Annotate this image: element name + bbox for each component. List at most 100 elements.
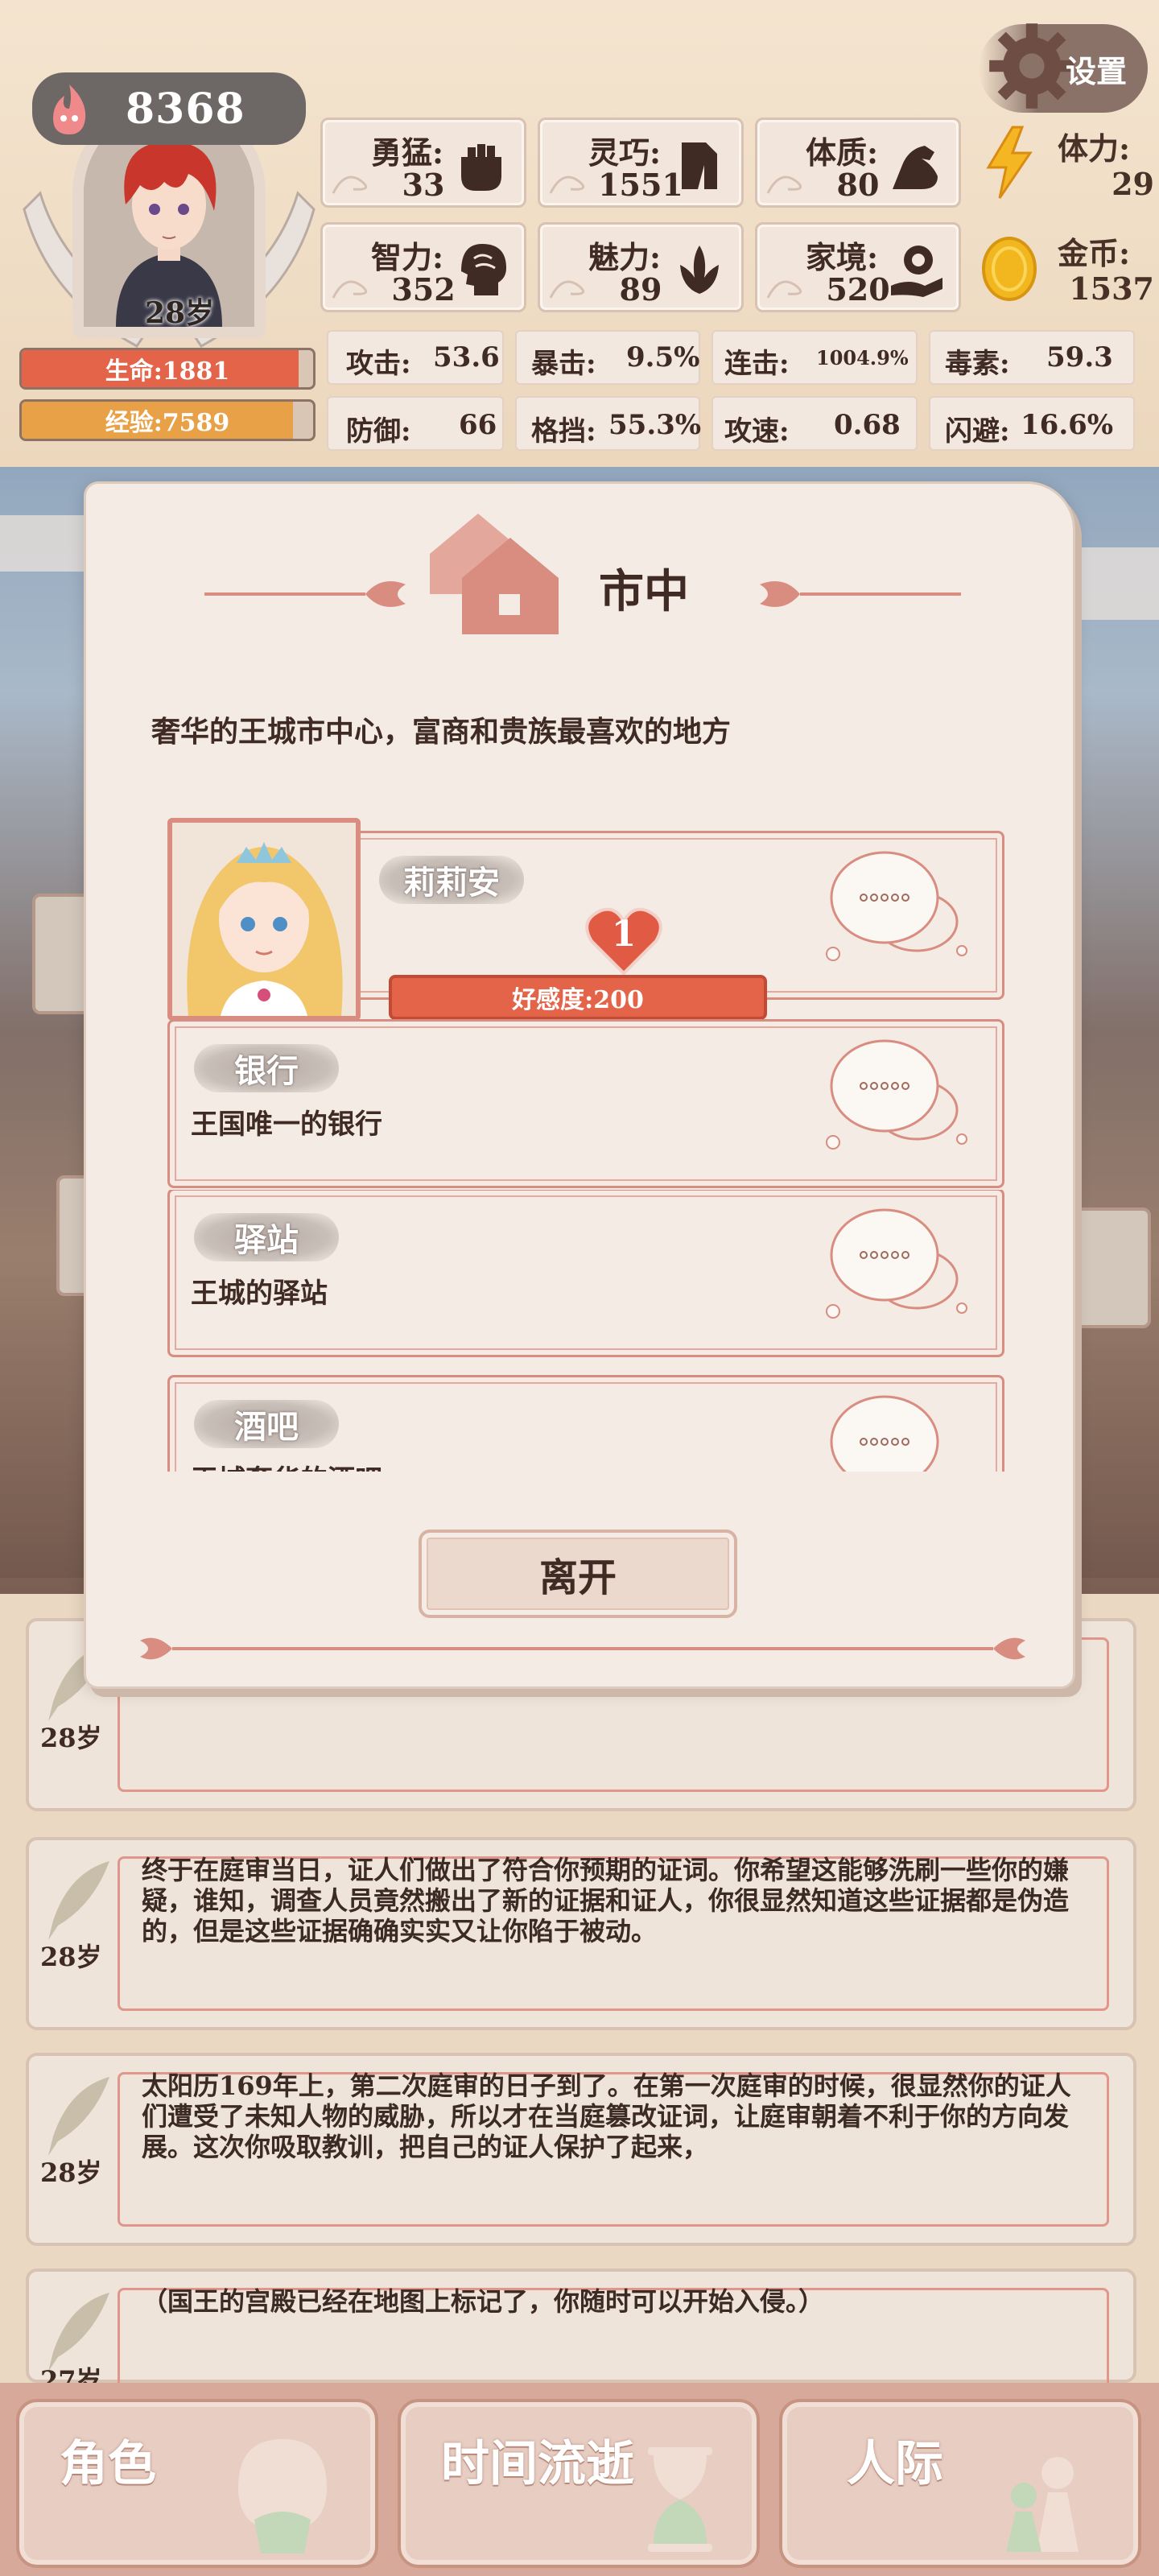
- npc-name: 莉莉安: [379, 856, 524, 904]
- attribute-card-bravery[interactable]: 勇猛: 33: [320, 118, 526, 208]
- stat-defense-label: 防御:: [346, 415, 411, 448]
- fist-icon: [461, 144, 501, 191]
- nav-label: 人际: [847, 2436, 943, 2492]
- stat-defense-value: 66: [459, 409, 497, 441]
- flourish-icon: [766, 280, 802, 299]
- attribute-card-family[interactable]: 家境: 520: [755, 222, 961, 312]
- chat-bubble-icon[interactable]: [820, 1199, 981, 1344]
- place-desc: 王国唯一的银行: [191, 1108, 382, 1141]
- heart-badge-number: 1: [611, 914, 637, 955]
- nav-time-button[interactable]: 时间流逝: [398, 2399, 760, 2568]
- stat-dodge-value: 16.6%: [1021, 409, 1114, 441]
- stamina-resource: 体力: 29: [977, 118, 1154, 208]
- place-item-post-station[interactable]: 驿站 王城的驿站: [167, 1190, 1004, 1357]
- attribute-card-agility[interactable]: 灵巧: 1551: [538, 118, 744, 208]
- brain-head-icon: [461, 244, 506, 295]
- people-pawns-icon: [1006, 2457, 1079, 2552]
- gold-value: 1537: [1069, 270, 1154, 307]
- ornament-right-icon: [760, 581, 961, 607]
- place-item-bank[interactable]: 银行 王国唯一的银行: [167, 1019, 1004, 1188]
- attribute-label: 家境:: [806, 239, 879, 275]
- chat-bubble-icon[interactable]: [820, 1385, 981, 1472]
- dialog-title: 市中: [599, 565, 689, 618]
- stat-poison-value: 59.3: [1046, 341, 1113, 374]
- dialog-description: 奢华的王城市中心，富商和贵族最喜欢的地方: [151, 715, 732, 749]
- nav-label: 角色: [60, 2436, 156, 2492]
- house-icon: [430, 514, 559, 634]
- quill-icon: [48, 2077, 109, 2156]
- soul-points-value: 8368: [126, 84, 245, 134]
- stat-combo-value: 1004.9%: [816, 346, 909, 369]
- stat-combo-label: 连击:: [724, 348, 790, 380]
- log-entry: 28岁 太阳历169年上，第二次庭审的日子到了。在第一次庭审的时候，很显然你的证…: [26, 2053, 1136, 2246]
- character-bust-icon: [238, 2439, 327, 2553]
- stat-poison-label: 毒素:: [945, 348, 1010, 380]
- nav-label: 时间流逝: [441, 2436, 634, 2492]
- log-age: 28岁: [40, 1723, 102, 1753]
- place-name: 酒吧: [194, 1400, 339, 1448]
- place-item-bar[interactable]: 酒吧 王城奢华的酒吧: [167, 1375, 1004, 1472]
- place-desc: 王城奢华的酒吧: [191, 1458, 382, 1472]
- heart-badge: 1: [584, 904, 664, 976]
- stat-speed-label: 攻速:: [724, 415, 790, 448]
- gold-resource: 金币: 1537: [977, 222, 1154, 312]
- flourish-icon: [766, 175, 802, 194]
- flourish-icon: [549, 175, 585, 194]
- log-text: 终于在庭审当日，证人们做出了符合你预期的证词。你希望这能够洗刷一些你的嫌疑，谁知…: [142, 1855, 1070, 1946]
- blonde-princess-portrait: [172, 823, 356, 1016]
- place-desc: 王城的驿站: [191, 1278, 328, 1310]
- log-entry: 27岁 （国王的宫殿已经在地图上标记了，你随时可以开始入侵。）: [26, 2268, 1136, 2396]
- log-text: （国王的宫殿已经在地图上标记了，你随时可以开始入侵。）: [142, 2286, 825, 2317]
- attribute-card-intelligence[interactable]: 智力: 352: [320, 222, 526, 312]
- stat-attack-value: 53.6: [433, 341, 500, 374]
- hourglass-icon: [648, 2447, 712, 2552]
- log-age: 28岁: [40, 2157, 102, 2188]
- lightning-icon: [986, 126, 1033, 199]
- location-dialog: 市中 奢华的王城市中心，富商和贵族最喜欢的地方 莉莉安 1 好感度:200 银行…: [84, 481, 1075, 1689]
- leave-button[interactable]: 离开: [419, 1530, 737, 1618]
- attribute-label: 智力:: [371, 239, 444, 275]
- bottom-navigation: 角色 时间流逝 人际: [0, 2383, 1159, 2576]
- settings-button[interactable]: 设置: [979, 23, 1148, 113]
- nav-character-button[interactable]: 角色: [16, 2399, 378, 2568]
- stat-attack-label: 攻击:: [346, 348, 411, 380]
- muscle-arm-icon: [893, 146, 938, 189]
- gold-coin-icon: [982, 237, 1037, 301]
- status-panel: 设置 28岁 8368 生命:1881 经验:7589 勇猛: 33 灵巧: 1…: [0, 0, 1159, 467]
- ornament-left-icon: [204, 581, 406, 607]
- log-age: 28岁: [40, 1942, 102, 1972]
- stat-crit-label: 暴击:: [531, 348, 596, 380]
- chat-bubble-icon[interactable]: [820, 1030, 981, 1174]
- affinity-bar: 好感度:200: [389, 975, 767, 1020]
- attribute-label: 灵巧:: [588, 134, 662, 171]
- stat-block-label: 格挡:: [531, 415, 596, 448]
- stamina-label: 体力:: [1058, 130, 1131, 167]
- soul-points-badge: 8368: [32, 72, 306, 145]
- affinity-label: 好感度:200: [512, 986, 644, 1014]
- attribute-label: 魅力:: [588, 239, 662, 275]
- chat-bubble-icon[interactable]: [820, 841, 981, 986]
- attribute-label: 体质:: [806, 134, 879, 171]
- coin-hand-icon: [891, 246, 942, 297]
- xp-bar: 经验:7589: [19, 399, 316, 441]
- leave-label: 离开: [538, 1555, 617, 1600]
- flourish-icon: [549, 280, 585, 299]
- attribute-card-constitution[interactable]: 体质: 80: [755, 118, 961, 208]
- stamina-value: 29: [1112, 166, 1154, 202]
- attribute-label: 勇猛:: [371, 134, 444, 171]
- quill-icon: [48, 1861, 109, 1940]
- nav-relations-button[interactable]: 人际: [779, 2399, 1141, 2568]
- flourish-icon: [332, 280, 368, 299]
- stat-crit-value: 9.5%: [626, 341, 700, 374]
- log-text: 太阳历169年上，第二次庭审的日子到了。在第一次庭审的时候，很显然你的证人们遭受…: [142, 2070, 1071, 2162]
- settings-label: 设置: [1065, 52, 1127, 89]
- tulip-icon: [680, 246, 719, 294]
- attribute-card-charm[interactable]: 魅力: 89: [538, 222, 744, 312]
- stat-speed-value: 0.68: [834, 409, 901, 441]
- gold-label: 金币:: [1058, 235, 1131, 271]
- ornament-bottom-icon: [140, 1637, 1025, 1660]
- npc-portrait[interactable]: [167, 818, 361, 1021]
- place-name: 银行: [194, 1044, 339, 1092]
- player-age: 28岁: [145, 296, 215, 330]
- location-list-clipped[interactable]: 酒吧 王城奢华的酒吧: [167, 1375, 1004, 1472]
